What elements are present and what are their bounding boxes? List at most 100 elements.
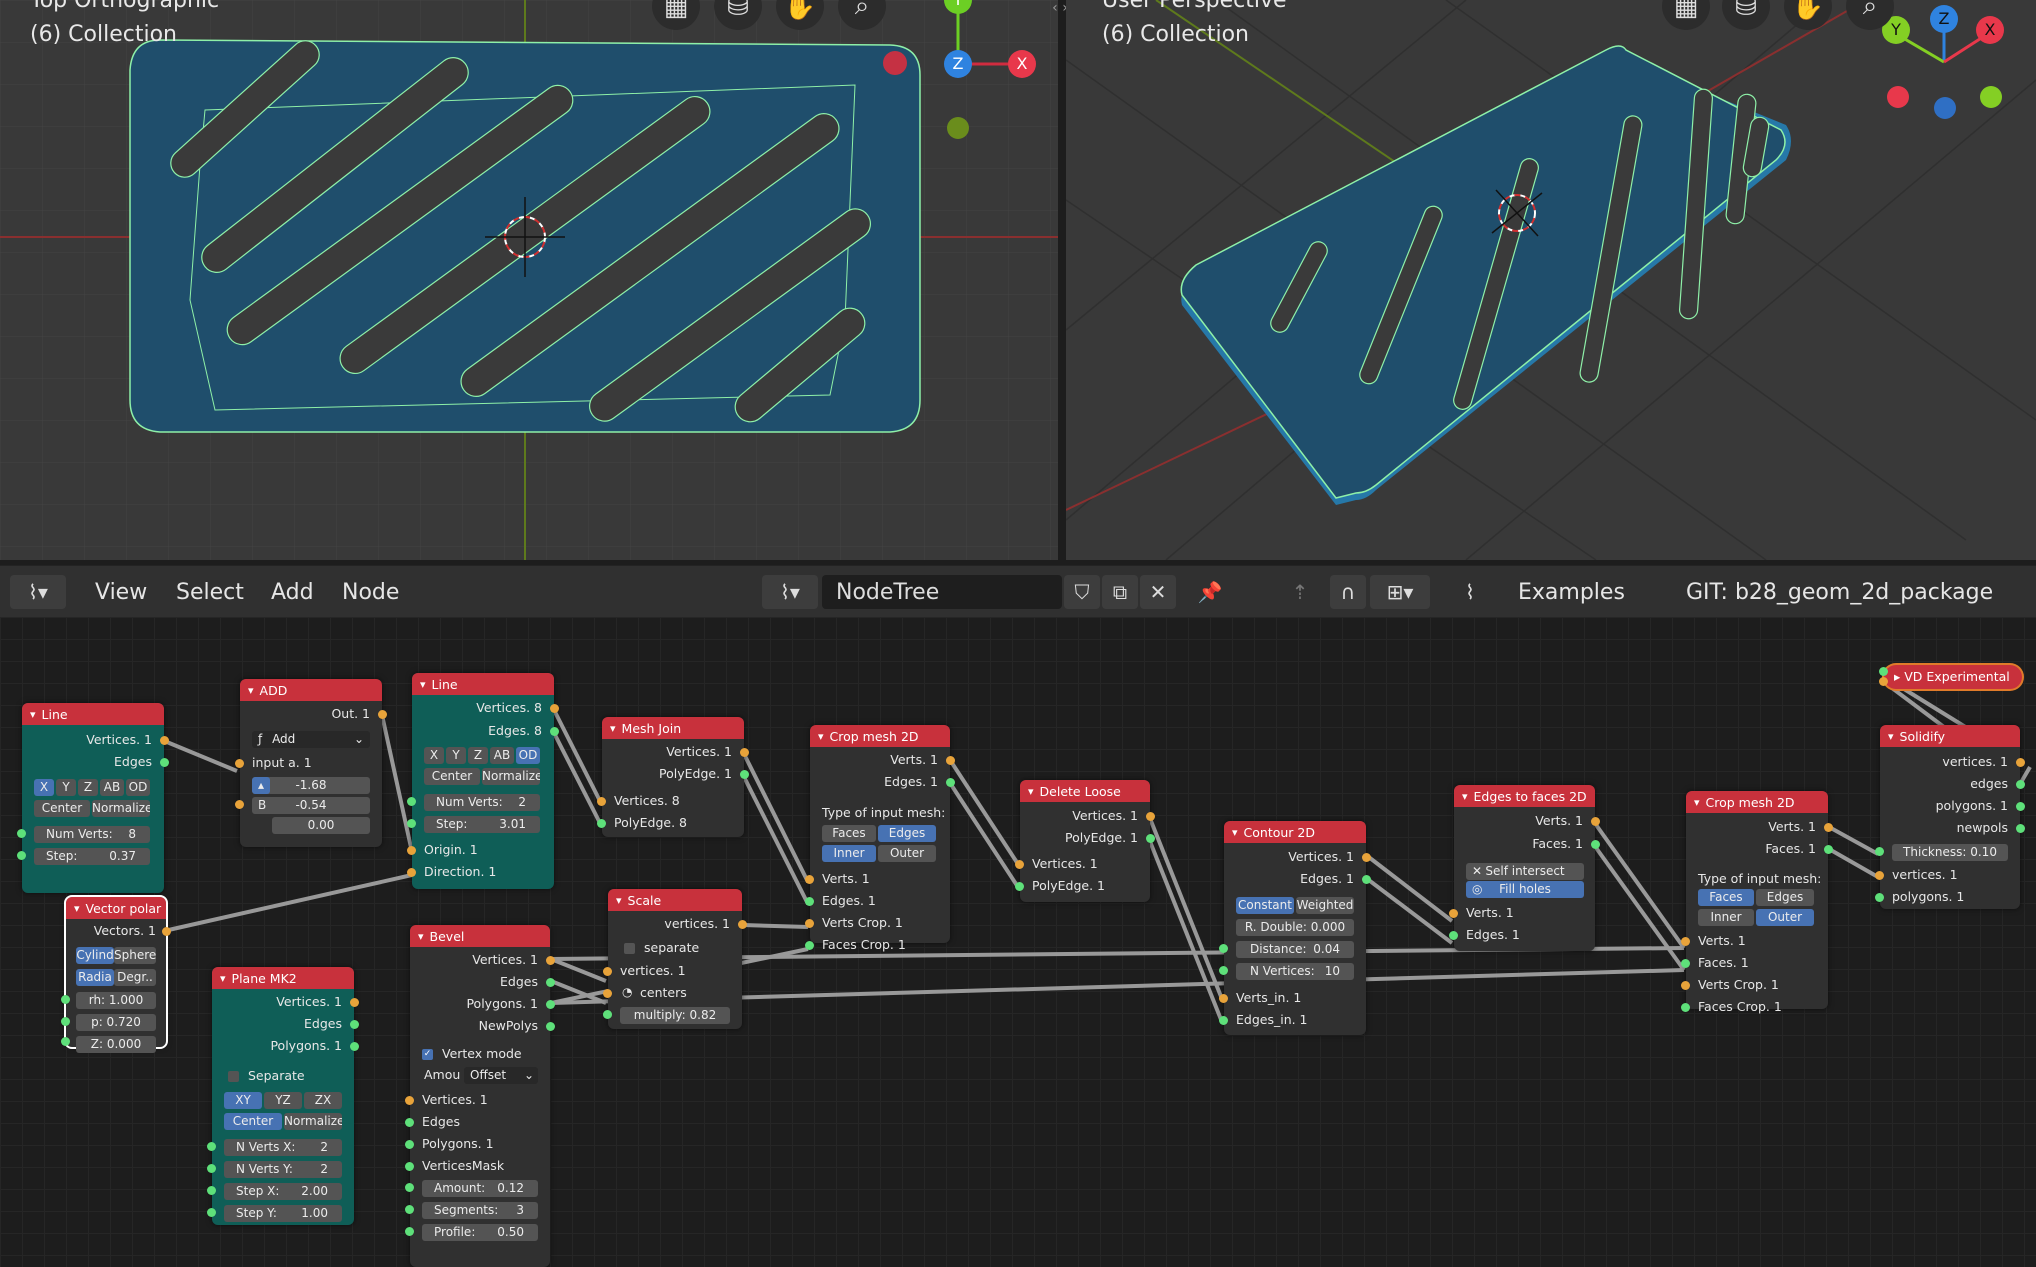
output-socket[interactable] [1591, 840, 1600, 849]
axis-ab-button[interactable]: AB [490, 747, 514, 764]
rh-field[interactable]: rh: 1.000 [76, 992, 156, 1009]
plane-xy-toggle[interactable]: XY [224, 1092, 262, 1109]
vertex-mode-checkbox[interactable]: ✓ [422, 1049, 433, 1060]
edges-toggle[interactable]: Edges [878, 825, 936, 842]
input-socket[interactable] [1219, 966, 1228, 975]
output-socket[interactable] [550, 704, 559, 713]
duplicate-tree-icon[interactable]: ⧉ [1102, 575, 1138, 609]
axis-x-button[interactable]: X [34, 779, 54, 796]
edges-toggle[interactable]: Edges [1756, 889, 1814, 906]
input-socket[interactable] [805, 941, 814, 950]
operation-dropdown[interactable]: ƒ Add ⌄ [252, 731, 370, 748]
parent-tree-icon[interactable]: ⇡ [1282, 575, 1318, 609]
output-socket[interactable] [2016, 824, 2025, 833]
node-header[interactable]: Vector polar .. [66, 897, 166, 919]
axis-y-button[interactable]: Y [56, 779, 76, 796]
output-socket[interactable] [550, 727, 559, 736]
normalize-toggle[interactable]: Normalize [482, 768, 540, 785]
constant-toggle[interactable]: Constant [1236, 897, 1294, 914]
node-delete-loose[interactable]: Delete Loose Vertices. 1 PolyEdge. 1 Ver… [1015, 780, 1155, 902]
weighted-toggle[interactable]: Weighted [1296, 897, 1354, 914]
axis-y-button[interactable]: Y [446, 747, 466, 764]
normalize-toggle[interactable]: Normalize [92, 800, 150, 817]
output-socket[interactable] [740, 770, 749, 779]
node-bevel[interactable]: Bevel Vertices. 1 Edges Polygons. 1 NewP… [405, 925, 555, 1267]
output-socket[interactable] [1362, 875, 1371, 884]
input-socket[interactable] [1681, 959, 1690, 968]
normalize-toggle[interactable]: Normalize [284, 1113, 342, 1130]
step-field[interactable]: Step: 0.37 [34, 848, 150, 865]
value-a-field[interactable]: ▴ -1.68 [252, 777, 370, 794]
node-header[interactable]: ADD [240, 679, 382, 701]
node-header[interactable]: Crop mesh 2D [1686, 791, 1828, 813]
axis-od-button[interactable]: OD [126, 779, 150, 796]
output-socket[interactable] [1146, 834, 1155, 843]
node-crop-mesh-2d-1[interactable]: Crop mesh 2D Verts. 1 Edges. 1 Type of i… [805, 725, 955, 952]
separate-checkbox[interactable] [624, 943, 635, 954]
input-socket[interactable] [603, 967, 612, 976]
input-socket[interactable] [207, 1208, 216, 1217]
node-header[interactable]: ▸ VD Experimental [1884, 665, 2022, 689]
node-header[interactable]: Delete Loose [1020, 780, 1150, 802]
unlink-close-icon[interactable]: ✕ [1140, 575, 1176, 609]
multiply-field[interactable]: multiply: 0.82 [620, 1007, 730, 1024]
output-socket[interactable] [162, 927, 171, 936]
axis-od-button[interactable]: OD [516, 747, 540, 764]
viewport-top-orthographic[interactable]: Top Orthographic (6) Collection Y Z X ▦ … [0, 0, 1058, 560]
cylindrical-toggle[interactable]: Cylind [76, 947, 114, 964]
fake-user-shield-icon[interactable]: ⛉ [1064, 575, 1100, 609]
input-socket[interactable] [1875, 893, 1884, 902]
input-socket[interactable] [235, 800, 244, 809]
input-socket[interactable] [1879, 667, 1888, 676]
axis-z-button[interactable]: Z [78, 779, 98, 796]
output-socket[interactable] [378, 710, 387, 719]
menu-add[interactable]: Add [271, 580, 314, 605]
input-socket[interactable] [1681, 1003, 1690, 1012]
faces-toggle[interactable]: Faces [1698, 889, 1754, 906]
output-socket[interactable] [546, 1022, 555, 1031]
input-socket[interactable] [603, 1010, 612, 1019]
distance-field[interactable]: Distance: 0.04 [1236, 941, 1354, 958]
profile-field[interactable]: Profile: 0.50 [422, 1224, 538, 1241]
input-socket[interactable] [17, 851, 26, 860]
arrow-up-icon[interactable]: ▴ [252, 777, 270, 794]
axis-z-button[interactable]: Z [468, 747, 488, 764]
output-socket[interactable] [2016, 758, 2025, 767]
input-socket[interactable] [1879, 677, 1888, 686]
radians-toggle[interactable]: Radia [76, 969, 114, 986]
segments-field[interactable]: Segments: 3 [422, 1202, 538, 1219]
node-header[interactable]: Scale [608, 889, 742, 911]
r-double-field[interactable]: R. Double: 0.000 [1236, 919, 1354, 936]
output-socket[interactable] [2016, 780, 2025, 789]
menu-select[interactable]: Select [176, 580, 244, 605]
separate-checkbox[interactable] [228, 1071, 239, 1082]
degrees-toggle[interactable]: Degr.. [114, 969, 156, 986]
node-vd-experimental[interactable]: ▸ VD Experimental [1879, 665, 2022, 689]
outer-toggle[interactable]: Outer [1756, 909, 1814, 926]
input-socket[interactable] [1219, 944, 1228, 953]
viewport-user-perspective[interactable]: User Perspective (6) Collection Y Z X ▦ … [1066, 0, 2036, 560]
output-socket[interactable] [2016, 802, 2025, 811]
center-toggle[interactable]: Center [424, 768, 480, 785]
input-socket[interactable] [1219, 1016, 1228, 1025]
input-socket[interactable] [407, 846, 416, 855]
axis-x-button[interactable]: X [424, 747, 444, 764]
input-socket[interactable] [405, 1205, 414, 1214]
n-vertices-field[interactable]: N Vertices: 10 [1236, 963, 1354, 980]
fill-holes-toggle[interactable]: ◎ Fill holes [1466, 881, 1584, 898]
output-socket[interactable] [160, 736, 169, 745]
node-header[interactable]: Mesh Join [602, 717, 744, 739]
gizmo-x-axis[interactable]: X [1008, 50, 1036, 78]
input-socket[interactable] [597, 819, 606, 828]
node-add[interactable]: ADD Out. 1 ƒ Add⌄ input a. 1 ▴-1.68 B-0.… [235, 679, 387, 847]
output-socket[interactable] [1146, 812, 1155, 821]
value-c-field[interactable]: 0.00 [272, 817, 370, 834]
node-header[interactable]: Solidify [1880, 725, 2020, 747]
input-socket[interactable] [1015, 860, 1024, 869]
gizmo-x-axis[interactable]: X [1976, 16, 2004, 44]
node-solidify[interactable]: Solidify vertices. 1 edges polygons. 1 n… [1875, 725, 2025, 909]
output-socket[interactable] [1591, 817, 1600, 826]
input-socket[interactable] [17, 829, 26, 838]
node-scale[interactable]: Scale vertices. 1 separate vertices. 1 c… [603, 889, 747, 1029]
plane-yz-toggle[interactable]: YZ [264, 1092, 302, 1109]
